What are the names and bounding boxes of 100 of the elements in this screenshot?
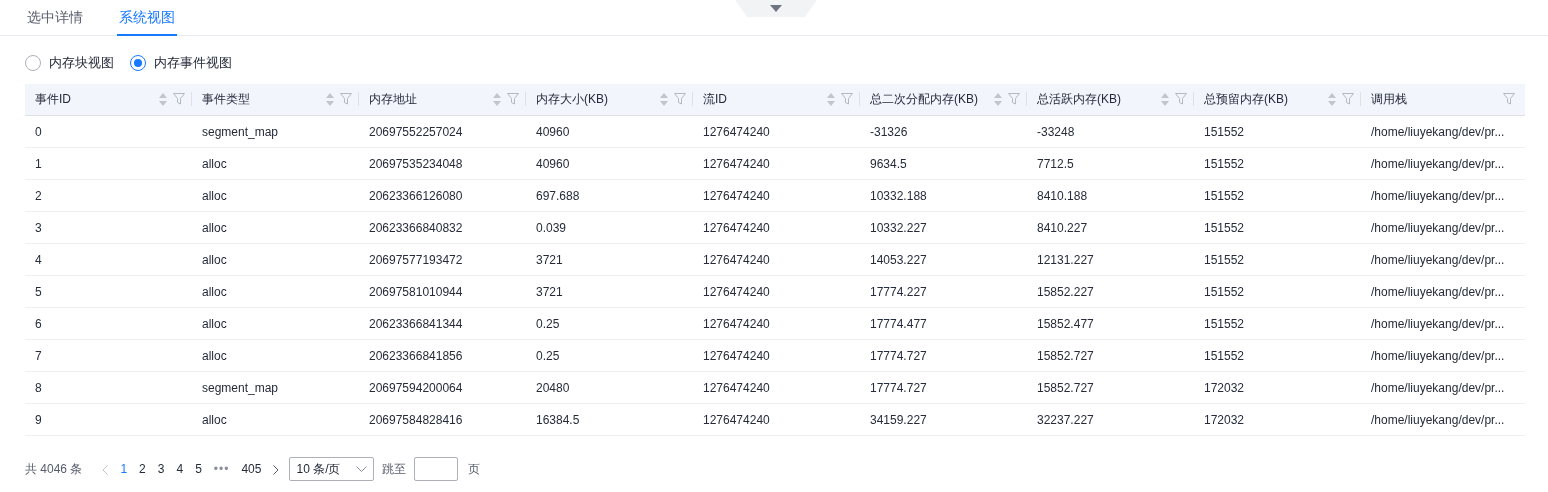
filter-icon[interactable] [507, 93, 519, 106]
table-cell: 20697577193472 [369, 252, 463, 267]
table-cell: 20623366840832 [369, 220, 463, 235]
filter-icon[interactable] [1008, 93, 1020, 106]
page-button[interactable]: 4 [170, 460, 190, 478]
filter-icon[interactable] [1175, 93, 1187, 106]
filter-icon[interactable] [1342, 93, 1354, 106]
table-cell: 151552 [1204, 348, 1245, 363]
table-cell: 151552 [1204, 252, 1245, 267]
table-cell: 172032 [1204, 412, 1245, 427]
table-cell: alloc [202, 188, 227, 203]
table-cell: 20697552257024 [369, 124, 463, 139]
table-cell: alloc [202, 316, 227, 331]
table-cell: 20623366126080 [369, 188, 463, 203]
table-cell: /home/liuyekang/dev/pr... [1371, 316, 1505, 331]
table-cell: 1276474240 [703, 412, 770, 427]
table-cell: 17774.227 [870, 284, 927, 299]
table-cell: 40960 [536, 156, 570, 171]
sort-icon[interactable] [159, 92, 167, 106]
radio-label: 内存事件视图 [154, 54, 232, 72]
table-cell: 151552 [1204, 156, 1245, 171]
table-cell: 15852.727 [1037, 380, 1094, 395]
page-button[interactable]: 2 [133, 460, 152, 478]
sort-icon[interactable] [660, 92, 668, 106]
table-cell: /home/liuyekang/dev/pr... [1371, 188, 1505, 203]
page-button[interactable]: 5 [189, 460, 208, 478]
table-cell: 20697581010944 [369, 284, 463, 299]
table-cell: 15852.227 [1037, 284, 1094, 299]
table-cell: 151552 [1204, 220, 1245, 235]
table-cell: 1276474240 [703, 316, 770, 331]
filter-icon[interactable] [1503, 93, 1515, 106]
page-unit: 页 [468, 461, 481, 478]
column-header: 内存大小(KB) [536, 91, 609, 109]
chevron-right-icon [273, 464, 280, 475]
filter-icon[interactable] [674, 93, 686, 106]
table-cell: /home/liuyekang/dev/pr... [1371, 284, 1505, 299]
chevron-down-icon [356, 466, 368, 472]
radio-label: 内存块视图 [49, 54, 114, 72]
table-cell: 20623366841856 [369, 348, 463, 363]
table-cell: 0.25 [536, 348, 560, 363]
column-header: 总活跃内存(KB) [1037, 91, 1122, 109]
table-cell: /home/liuyekang/dev/pr... [1371, 252, 1505, 267]
total-count: 共 4046 条 [25, 461, 83, 478]
table-cell: /home/liuyekang/dev/pr... [1371, 156, 1505, 171]
table-cell: 7712.5 [1037, 156, 1074, 171]
sort-icon[interactable] [994, 92, 1002, 106]
page-button[interactable]: 3 [151, 460, 171, 478]
table-cell: /home/liuyekang/dev/pr... [1371, 412, 1505, 427]
table-cell: 8410.227 [1037, 220, 1088, 235]
filter-icon[interactable] [841, 93, 853, 106]
table-cell: 17774.477 [870, 316, 927, 331]
table-cell: 7 [35, 348, 42, 363]
table-cell: alloc [202, 412, 227, 427]
table-cell: segment_map [202, 380, 279, 395]
table-cell: 9634.5 [870, 156, 907, 171]
radio-option[interactable]: 内存事件视图 [130, 53, 232, 73]
page-size-select[interactable]: 10 条/页 [289, 457, 375, 481]
table-cell: /home/liuyekang/dev/pr... [1371, 348, 1505, 363]
page-input[interactable] [414, 457, 459, 481]
table-cell: 1276474240 [703, 156, 770, 171]
filter-icon[interactable] [173, 93, 185, 106]
radio-option[interactable]: 内存块视图 [25, 53, 114, 73]
table-cell: 151552 [1204, 188, 1245, 203]
column-header: 调用栈 [1371, 91, 1408, 109]
sort-icon[interactable] [326, 92, 334, 106]
table-cell: alloc [202, 284, 227, 299]
page-button[interactable]: 405 [235, 460, 268, 478]
table-cell: 3721 [536, 252, 563, 267]
column-header: 总预留内存(KB) [1204, 91, 1289, 109]
table-cell: /home/liuyekang/dev/pr... [1371, 220, 1505, 235]
sort-icon[interactable] [827, 92, 835, 106]
table-cell: 3721 [536, 284, 563, 299]
table-cell: 14053.227 [870, 252, 927, 267]
table-cell: 40960 [536, 124, 570, 139]
tab[interactable]: 选中详情 [25, 0, 85, 36]
chevron-left-icon [102, 464, 109, 475]
table-cell: 1276474240 [703, 380, 770, 395]
table-cell: 5 [35, 284, 42, 299]
page-button[interactable]: 1 [114, 460, 134, 478]
table-cell: 151552 [1204, 284, 1245, 299]
tab[interactable]: 系统视图 [117, 0, 177, 36]
table-cell: 1276474240 [703, 348, 770, 363]
table-cell: 1276474240 [703, 124, 770, 139]
table-cell: 1276474240 [703, 284, 770, 299]
sort-icon[interactable] [493, 92, 501, 106]
table-cell: 17774.727 [870, 348, 927, 363]
table-cell: 20480 [536, 380, 570, 395]
sort-icon[interactable] [1161, 92, 1169, 106]
table-cell: 2 [35, 188, 42, 203]
table-cell: 34159.227 [870, 412, 927, 427]
filter-icon[interactable] [340, 93, 352, 106]
table-cell: 1276474240 [703, 252, 770, 267]
table-cell: -31326 [870, 124, 908, 139]
table-cell: 10332.227 [870, 220, 927, 235]
table-cell: 3 [35, 220, 42, 235]
table-cell: 1 [35, 156, 42, 171]
caret-down-icon [770, 5, 782, 12]
table-cell: -33248 [1037, 124, 1075, 139]
column-header: 流ID [703, 91, 728, 109]
sort-icon[interactable] [1328, 92, 1336, 106]
